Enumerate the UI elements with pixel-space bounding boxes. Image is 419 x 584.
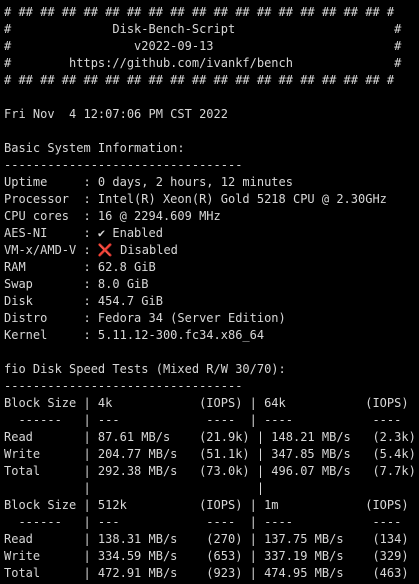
timestamp-line: Fri Nov 4 12:07:06 PM CST 2022 — [4, 107, 228, 121]
fio-write-row: Write | 204.77 MB/s (51.1k) | 347.85 MB/… — [4, 447, 416, 461]
fio-read-row: Read | 87.61 MB/s (21.9k) | 148.21 MB/s … — [4, 430, 416, 444]
fio-table-separator: ------ | --- ---- | ---- ---- — [4, 515, 402, 529]
system-info-heading: Basic System Information: — [4, 141, 185, 155]
banner-version: # v2022-09-13 # — [4, 39, 402, 53]
cross-mark-icon: ❌ — [97, 243, 113, 257]
aes-ni-line: AES-NI : ✔ Enabled — [4, 226, 163, 240]
fio-read-row: Read | 138.31 MB/s (270) | 137.75 MB/s (… — [4, 532, 409, 546]
fio-table-header: Block Size | 4k (IOPS) | 64k (IOPS) — [4, 396, 409, 410]
vmx-label: VM-x/AMD-V : — [4, 243, 98, 257]
vmx-line: VM-x/AMD-V : ❌ Disabled — [4, 242, 419, 259]
fio-total-row: Total | 292.38 MB/s (73.0k) | 496.07 MB/… — [4, 464, 416, 478]
terminal-window: # ## ## ## ## ## ## ## ## ## ## ## ## ##… — [0, 0, 419, 584]
distro-line: Distro : Fedora 34 (Server Edition) — [4, 311, 286, 325]
banner-url: # https://github.com/ivankf/bench # — [4, 56, 402, 70]
fio-heading: fio Disk Speed Tests (Mixed R/W 30/70): — [4, 362, 286, 376]
fio-write-row: Write | 334.59 MB/s (653) | 337.19 MB/s … — [4, 549, 409, 563]
fio-table-separator: ------ | --- ---- | ---- ---- — [4, 413, 402, 427]
processor-line: Processor : Intel(R) Xeon(R) Gold 5218 C… — [4, 192, 387, 206]
fio-total-row: Total | 472.91 MB/s (923) | 474.95 MB/s … — [4, 566, 409, 580]
disk-line: Disk : 454.7 GiB — [4, 294, 163, 308]
banner-line-top: # ## ## ## ## ## ## ## ## ## ## ## ## ##… — [4, 5, 395, 19]
divider-line: --------------------------------- — [4, 379, 243, 393]
swap-line: Swap : 8.0 GiB — [4, 277, 149, 291]
fio-table-header: Block Size | 512k (IOPS) | 1m (IOPS) — [4, 498, 409, 512]
cpu-cores-line: CPU cores : 16 @ 2294.609 MHz — [4, 209, 221, 223]
uptime-line: Uptime : 0 days, 2 hours, 12 minutes — [4, 175, 293, 189]
ram-line: RAM : 62.8 GiB — [4, 260, 156, 274]
banner-title: # Disk-Bench-Script # — [4, 22, 402, 36]
divider-line: --------------------------------- — [4, 158, 243, 172]
fio-spacer-row: | | — [4, 481, 265, 495]
banner-line-bottom: # ## ## ## ## ## ## ## ## ## ## ## ## ##… — [4, 73, 395, 87]
kernel-line: Kernel : 5.11.12-300.fc34.x86_64 — [4, 328, 265, 342]
vmx-status-text: Disabled — [112, 243, 178, 257]
